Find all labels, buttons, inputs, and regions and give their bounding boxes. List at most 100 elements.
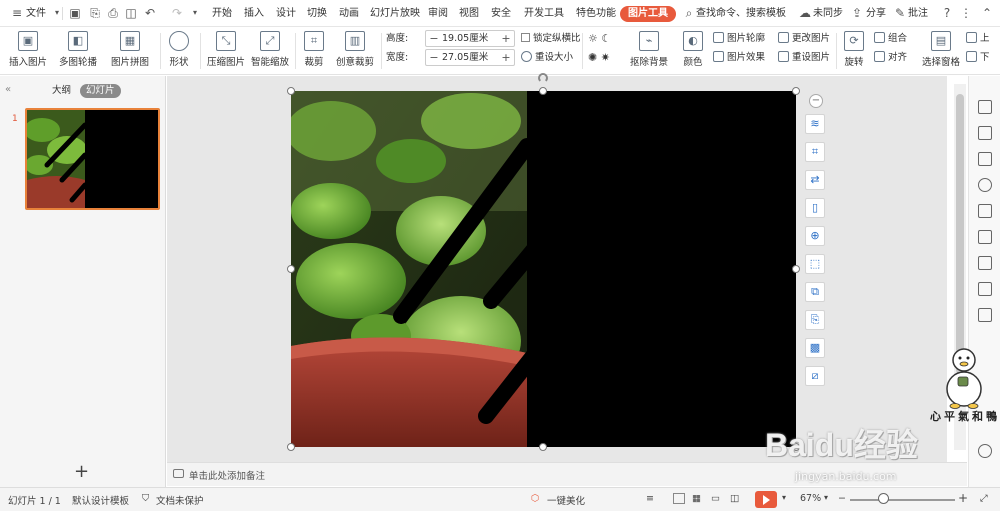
replace-picture-icon[interactable]: ⇄: [805, 170, 825, 190]
more-icon[interactable]: ⋮: [959, 6, 973, 20]
location-icon[interactable]: [978, 178, 992, 192]
remove-bg-button[interactable]: ⌁ 抠除背景: [627, 29, 671, 73]
minus-icon[interactable]: −: [427, 50, 441, 65]
zoom-out-icon[interactable]: −: [838, 493, 846, 504]
tab-picture-tools[interactable]: 图片工具: [620, 6, 676, 22]
creative-crop-button[interactable]: ▥ 创意裁剪: [333, 29, 377, 73]
settings-icon[interactable]: [978, 282, 992, 296]
slide-thumbnail[interactable]: [25, 108, 160, 210]
collapse-float-tools-icon[interactable]: −: [809, 94, 823, 108]
tab-developer[interactable]: 开发工具: [524, 0, 564, 27]
zoom-slider[interactable]: [850, 499, 955, 501]
save-icon[interactable]: ▣: [68, 6, 82, 20]
crop-icon[interactable]: ⌗: [805, 142, 825, 162]
zoom-in-icon[interactable]: +: [958, 491, 968, 505]
align-button[interactable]: 对齐: [874, 50, 907, 66]
play-slideshow-button[interactable]: [755, 491, 777, 508]
slide-sorter-icon[interactable]: ▦: [692, 493, 701, 504]
group-button[interactable]: 组合: [874, 31, 907, 47]
tab-insert[interactable]: 插入: [244, 0, 264, 27]
edit-icon[interactable]: ⧄: [805, 366, 825, 386]
grid-icon[interactable]: [978, 230, 992, 244]
share-icon[interactable]: ⇪: [850, 6, 864, 20]
property-icon[interactable]: [978, 100, 992, 114]
collapse-ribbon-icon[interactable]: ⌃: [980, 6, 994, 20]
tab-view[interactable]: 视图: [459, 0, 479, 27]
rotate-button[interactable]: ⟳ 旋转: [840, 29, 868, 73]
resize-handle[interactable]: [792, 87, 800, 95]
reset-picture-button[interactable]: 重设图片: [778, 50, 830, 66]
plus-icon[interactable]: +: [499, 50, 513, 65]
help-icon[interactable]: ?: [940, 6, 954, 20]
beautify-icon[interactable]: ⬡: [531, 493, 539, 504]
tab-review[interactable]: 审阅: [428, 0, 448, 27]
width-value[interactable]: 27.05厘米: [442, 50, 488, 65]
resize-handle[interactable]: [287, 443, 295, 451]
scrollbar-thumb[interactable]: [956, 94, 964, 374]
zoom-in-icon[interactable]: ⊕: [805, 226, 825, 246]
height-value[interactable]: 19.05厘米: [442, 31, 488, 46]
height-stepper[interactable]: − 19.05厘米 +: [425, 30, 515, 47]
resize-handle[interactable]: [792, 265, 800, 273]
copy-icon[interactable]: ⧉: [805, 282, 825, 302]
tab-transition[interactable]: 切换: [307, 0, 327, 27]
share-button[interactable]: 分享: [866, 0, 886, 27]
fill-icon[interactable]: [978, 204, 992, 218]
preview-icon[interactable]: ◫: [124, 6, 138, 20]
hamburger-icon[interactable]: ≡: [10, 6, 24, 20]
sync-status[interactable]: 未同步: [813, 0, 843, 27]
resize-handle[interactable]: [287, 265, 295, 273]
tab-animation[interactable]: 动画: [339, 0, 359, 27]
multi-outline-button[interactable]: ◧ 多图轮播: [56, 29, 100, 73]
resize-handle[interactable]: [539, 443, 547, 451]
document-protection-status[interactable]: 文档未保护: [156, 493, 204, 507]
tab-design[interactable]: 设计: [276, 0, 296, 27]
command-search[interactable]: 查找命令、搜索模板: [696, 0, 786, 27]
fit-window-icon[interactable]: ⤢: [980, 493, 988, 504]
redo-icon[interactable]: ↷: [170, 6, 184, 20]
crop-button[interactable]: ⌗ 裁剪: [300, 29, 328, 73]
collapse-panel-icon[interactable]: «: [5, 84, 11, 95]
chart-icon[interactable]: [978, 256, 992, 270]
document-icon[interactable]: [978, 308, 992, 322]
chevron-down-icon[interactable]: ▾: [782, 493, 786, 502]
width-stepper[interactable]: − 27.05厘米 +: [425, 49, 515, 66]
contrast-icon[interactable]: ☼ ☾: [588, 31, 611, 47]
layers-icon[interactable]: ≋: [805, 114, 825, 134]
picture-effect-button[interactable]: 图片效果: [713, 50, 765, 66]
template-name[interactable]: 默认设计模板: [72, 493, 129, 507]
copy-icon[interactable]: [978, 126, 992, 140]
undo-icon[interactable]: ↶: [143, 6, 157, 20]
slide[interactable]: [287, 73, 800, 451]
brightness-icon[interactable]: ✺ ✷: [588, 50, 610, 66]
picture-collage-button[interactable]: ▦ 图片拼图: [106, 29, 154, 73]
send-backward-button[interactable]: 下: [966, 50, 990, 66]
paste-icon[interactable]: ⎘: [805, 310, 825, 330]
selection-pane-button[interactable]: ▤ 选择窗格: [922, 29, 960, 73]
comment-button[interactable]: 批注: [908, 0, 928, 27]
zoom-level[interactable]: 67%: [800, 493, 821, 504]
picture-grid-icon[interactable]: ▩: [805, 338, 825, 358]
tab-slideshow[interactable]: 幻灯片放映: [370, 0, 420, 27]
tab-security[interactable]: 安全: [491, 0, 511, 27]
insert-picture-button[interactable]: ▣ 插入图片: [6, 29, 50, 73]
navigation-icon[interactable]: [978, 444, 992, 458]
basil-photo[interactable]: [291, 91, 527, 447]
minus-icon[interactable]: −: [427, 31, 441, 46]
lock-ratio-checkbox[interactable]: 锁定纵横比: [521, 31, 581, 47]
cloud-sync-icon[interactable]: ☁: [798, 6, 812, 20]
tab-outline[interactable]: 大纲: [52, 84, 71, 98]
presenter-view-icon[interactable]: ◫: [730, 493, 739, 504]
export-pdf-icon[interactable]: ⎘: [88, 6, 102, 20]
beautify-button[interactable]: 一键美化: [547, 493, 585, 507]
smart-zoom-button[interactable]: ⤢ 智能缩放: [250, 29, 290, 73]
chevron-down-icon[interactable]: ▾: [188, 6, 202, 20]
notes-toggle-icon[interactable]: ≡: [646, 493, 654, 504]
plus-icon[interactable]: +: [499, 31, 513, 46]
reading-view-icon[interactable]: ▭: [711, 493, 720, 504]
print-icon[interactable]: ⎙: [106, 6, 120, 20]
chevron-down-icon[interactable]: ▾: [824, 493, 828, 502]
split-icon[interactable]: ▯: [805, 198, 825, 218]
select-icon[interactable]: ⬚: [805, 254, 825, 274]
shapes-icon[interactable]: [978, 152, 992, 166]
